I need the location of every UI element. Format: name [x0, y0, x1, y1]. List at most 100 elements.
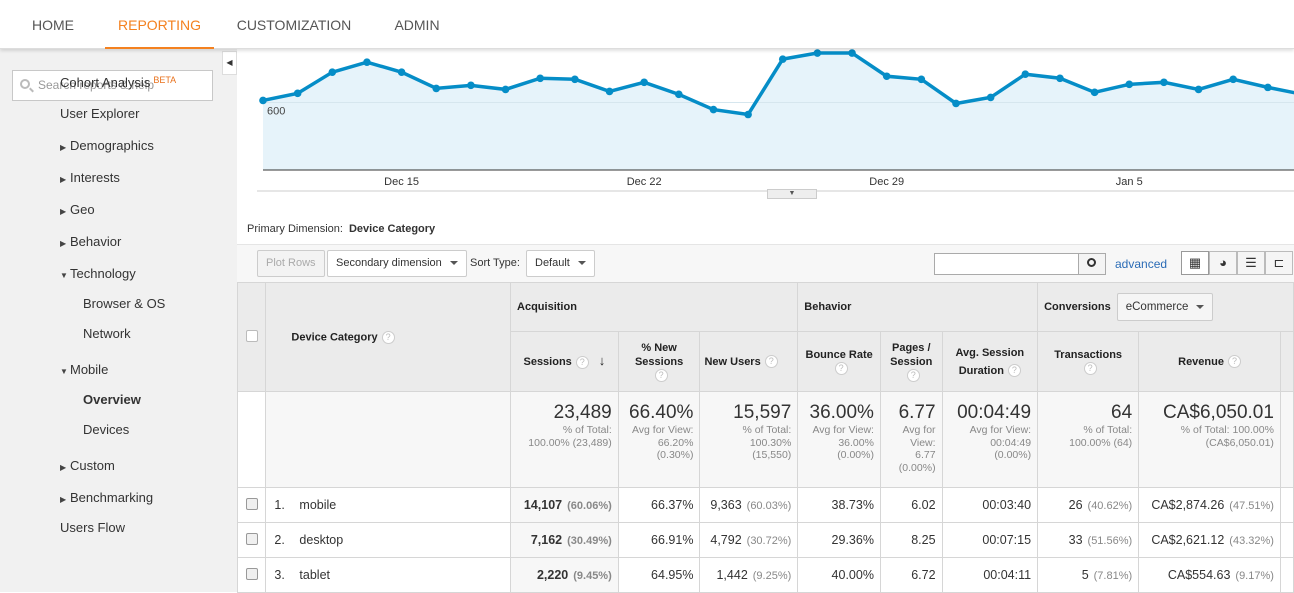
sessions-value: 7,162	[530, 533, 563, 547]
bounce-value: 29.36%	[831, 533, 874, 547]
sessions-cell: 14,107 (60.06%)	[510, 487, 619, 523]
primary-dimension-label: Primary Dimension:	[247, 223, 343, 235]
revenue-cell: CA$2,621.12 (43.32%)	[1138, 522, 1281, 558]
help-icon[interactable]: ?	[834, 362, 848, 376]
secondary-dimension-dropdown[interactable]: Secondary dimension	[327, 250, 467, 277]
header-avg-session-duration[interactable]: Avg. Session Duration?	[941, 331, 1039, 392]
advanced-link[interactable]: advanced	[1115, 257, 1167, 271]
device-link[interactable]: tablet	[299, 568, 330, 582]
data-point	[1264, 83, 1272, 92]
pivot-view-button[interactable]: ⊏	[1265, 251, 1293, 275]
conversions-dropdown[interactable]: eCommerce	[1116, 293, 1214, 321]
help-icon[interactable]: ?	[654, 369, 668, 383]
help-icon[interactable]: ?	[1227, 355, 1241, 369]
search-icon	[20, 79, 30, 89]
sidebar-item[interactable]: ▶ Custom	[60, 458, 115, 473]
data-point	[1160, 78, 1168, 87]
total-value: 15,597	[733, 402, 792, 423]
data-point	[986, 93, 995, 102]
sort-type-dropdown[interactable]: Default	[526, 250, 595, 277]
tab-reporting[interactable]: REPORTING	[105, 0, 214, 49]
sidebar-item-label: Custom	[70, 458, 115, 473]
header-label: Sessions	[523, 356, 572, 368]
plot-rows-button[interactable]: Plot Rows	[257, 250, 325, 277]
header-new-users[interactable]: New Users?	[699, 331, 799, 392]
sidebar-item[interactable]: ▶ Geo	[60, 202, 95, 217]
new-users-value: 4,792	[710, 533, 742, 547]
total-detail: (0.00%)	[898, 461, 936, 474]
tab-home[interactable]: HOME	[17, 0, 89, 49]
row-number: 1.	[274, 498, 285, 512]
total-detail: 100.00% (23,489)	[528, 436, 612, 449]
sidebar-item[interactable]: Overview	[83, 392, 141, 407]
table-search-button[interactable]	[1078, 253, 1106, 275]
pct-new-cell: 66.91%	[617, 522, 701, 558]
sidebar-item[interactable]: Cohort Analysis BETA	[60, 75, 176, 90]
caret-right-icon: ▶	[60, 239, 67, 248]
bounce-cell: 29.36%	[797, 522, 881, 558]
select-all-checkbox[interactable]	[245, 329, 258, 342]
caret-right-icon: ▶	[60, 495, 67, 504]
sidebar-item[interactable]: Browser & OS	[83, 296, 165, 311]
device-link[interactable]: mobile	[299, 498, 336, 512]
help-icon[interactable]: ?	[1007, 364, 1021, 378]
total-value: CA$6,050.01	[1163, 402, 1274, 423]
sidebar-item[interactable]: Network	[83, 326, 131, 341]
total-value: 6.77	[898, 402, 936, 423]
transactions-value: 26	[1068, 498, 1083, 512]
sidebar-item-label: Interests	[70, 170, 120, 185]
table-row: 2. desktop 7,162 (30.49%) 66.91% 4,792 (30.72%…	[236, 522, 1294, 558]
sidebar-item[interactable]: Devices	[83, 422, 129, 437]
revenue-value: CA$2,874.26	[1151, 498, 1225, 512]
bounce-cell: 38.73%	[797, 487, 881, 523]
sidebar-item[interactable]: ▶ Interests	[60, 170, 120, 185]
sidebar-item[interactable]: ▶ Behavior	[60, 234, 121, 249]
header-transactions[interactable]: Transactions?	[1037, 331, 1140, 392]
totals-blank	[236, 391, 267, 488]
header-device-category[interactable]: Device Category?	[265, 282, 512, 392]
chart-area	[263, 53, 1294, 170]
tab-admin[interactable]: ADMIN	[381, 0, 453, 49]
sidebar-item-label: Demographics	[70, 138, 154, 153]
header-label: Pages / Session	[890, 341, 933, 368]
sidebar-item[interactable]: ▶ Demographics	[60, 138, 154, 153]
pie-view-button[interactable]: ◕	[1209, 251, 1237, 275]
pages-cell: 6.72	[879, 557, 943, 593]
totals-new_users: 15,597% of Total: 100.30% (15,550)	[699, 391, 799, 488]
sidebar-item[interactable]: User Explorer	[60, 106, 139, 121]
header-bounce-rate[interactable]: Bounce Rate?	[797, 331, 881, 392]
help-icon[interactable]: ?	[906, 369, 920, 383]
help-icon[interactable]: ?	[381, 330, 395, 344]
row-checkbox[interactable]	[245, 532, 258, 545]
header-revenue[interactable]: Revenue?	[1138, 331, 1281, 392]
sidebar-item[interactable]: Users Flow	[60, 520, 125, 535]
sidebar-item[interactable]: ▼ Mobile	[60, 362, 108, 377]
total-value: 64	[1111, 402, 1133, 423]
primary-dimension-value[interactable]: Device Category	[349, 223, 435, 235]
collapse-sidebar-button[interactable]: ◀	[222, 51, 237, 75]
help-icon[interactable]: ?	[1083, 362, 1097, 376]
chart-toggle-button[interactable]: ▼	[767, 189, 817, 199]
header-pct-new-sessions[interactable]: % New Sessions?	[617, 331, 701, 392]
header-sessions[interactable]: Sessions? ↓	[510, 331, 619, 392]
percent: (43.32%)	[1229, 535, 1274, 547]
help-icon[interactable]: ?	[764, 355, 778, 369]
row-select	[236, 487, 267, 523]
performance-view-button[interactable]: ☰	[1237, 251, 1265, 275]
sidebar-item[interactable]: ▶ Benchmarking	[60, 490, 153, 505]
total-detail: % of Total: 100.00%	[1180, 424, 1274, 436]
table-view-button[interactable]: ▦	[1181, 251, 1209, 275]
data-point	[744, 110, 752, 119]
sidebar-item-label: Technology	[70, 266, 136, 281]
row-checkbox[interactable]	[245, 497, 258, 510]
total-detail: 100.30%	[749, 436, 792, 449]
help-icon[interactable]: ?	[575, 355, 589, 369]
row-checkbox[interactable]	[245, 567, 258, 580]
device-link[interactable]: desktop	[299, 533, 343, 547]
bounce-cell: 40.00%	[797, 557, 881, 593]
header-pages-session[interactable]: Pages / Session?	[879, 331, 943, 392]
select-all-cell	[236, 282, 267, 392]
tab-customization[interactable]: CUSTOMIZATION	[226, 0, 362, 49]
transactions-value: 5	[1081, 568, 1089, 582]
sidebar-item[interactable]: ▼ Technology	[60, 266, 136, 281]
